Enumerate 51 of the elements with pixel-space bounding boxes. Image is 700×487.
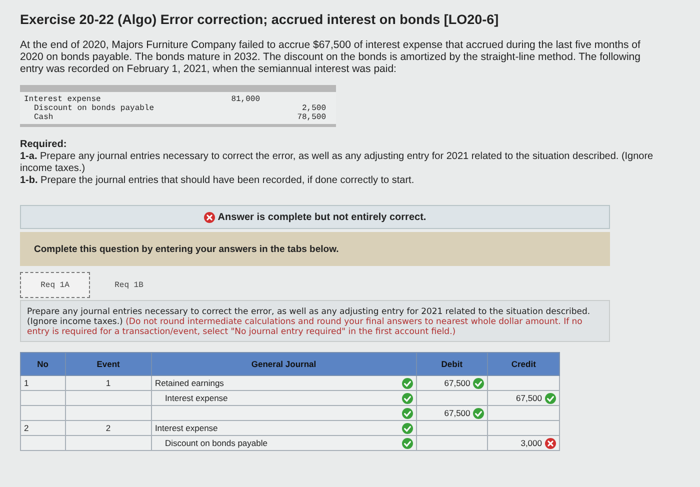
credit-amount: 78,500 xyxy=(296,113,326,122)
table-cell: 2 xyxy=(20,420,66,436)
amount-cell[interactable] xyxy=(488,420,560,436)
account-name: Cash xyxy=(33,113,54,122)
requirement-text: 1-b. Prepare the journal entries that should have been recorded, if done correctly to start. xyxy=(20,175,416,187)
account-name: Interest expense xyxy=(164,393,228,403)
amount-cell[interactable]: 67,500 xyxy=(416,376,488,390)
table-cell xyxy=(20,406,66,420)
table-cell xyxy=(20,436,66,450)
instructions-text: Prepare any journal entries necessary to correct the error, as well as any adjusting entry for 2021 related to the situation described. (Ignore income taxes.) (Do not round intermediate calculations and round your final answers to nearest whole dollar amount. If no entry is required for a transaction/event, select "No journal entry required" in the first account field.) xyxy=(27,307,592,337)
account-name: Discount on bonds payable xyxy=(33,104,156,113)
result-message: Answer is complete but not entirely correct. xyxy=(218,212,426,222)
amount-cell[interactable] xyxy=(416,436,488,450)
amount-cell[interactable] xyxy=(416,390,488,406)
table-cell: 2 xyxy=(65,420,152,436)
amount-cell[interactable]: 67,500 xyxy=(488,390,560,406)
account-name: Interest expense xyxy=(154,423,218,433)
table-cell: 1 xyxy=(65,376,152,390)
account-cell[interactable]: Interest expense xyxy=(151,420,416,436)
column-header: Credit xyxy=(488,352,560,376)
table-cell: 1 xyxy=(20,376,66,390)
amount-value: 67,500 xyxy=(444,378,470,388)
account-name: Retained earnings xyxy=(154,378,224,388)
amount-cell[interactable] xyxy=(488,406,560,420)
amount-value: 67,500 xyxy=(516,393,542,403)
account-name: Interest expense xyxy=(23,95,102,104)
account-cell[interactable]: Retained earnings xyxy=(151,376,416,390)
column-header: Debit xyxy=(416,352,488,376)
amount-cell[interactable] xyxy=(488,376,560,390)
amount-value: 3,000 xyxy=(520,438,542,448)
amount-value: 67,500 xyxy=(444,408,470,418)
amount-cell[interactable]: 67,500 xyxy=(416,406,488,420)
column-header: Event xyxy=(65,352,152,376)
debit-amount: 81,000 xyxy=(230,95,260,104)
tab[interactable]: Req 1A xyxy=(20,272,90,298)
column-header: No xyxy=(20,352,66,376)
exercise-title: Exercise 20-22 (Algo) Error correction; accrued interest on bonds [LO20-6] xyxy=(20,12,500,27)
column-header: General Journal xyxy=(151,352,416,376)
prompt-text: Complete this question by entering your answers in the tabs below. xyxy=(34,244,339,254)
account-cell[interactable]: Discount on bonds payable xyxy=(151,436,416,450)
account-name: Discount on bonds payable xyxy=(164,438,268,448)
account-cell[interactable]: Interest expense xyxy=(151,390,416,406)
amount-cell[interactable]: 3,000 xyxy=(488,436,560,450)
table-cell xyxy=(20,390,66,406)
requirement-text: 1-a. Prepare any journal entries necessary to correct the error, as well as any adjusting entry for 2021 related to the situation described. (Ignore income taxes.) xyxy=(20,151,654,175)
credit-amount: 2,500 xyxy=(300,104,326,113)
tab[interactable]: Req 1B xyxy=(94,272,164,298)
problem-text: At the end of 2020, Majors Furniture Company failed to accrue $67,500 of interest expense that accrued during the last five months of 2020 on bonds payable. The bonds mature in 2032. The discount on the bonds is amortized by the straight-line method. The following entry was recorded on February 1, 2021, when the semiannual interest was paid: xyxy=(20,39,642,75)
required-heading: Required: xyxy=(20,139,68,151)
account-cell[interactable] xyxy=(151,406,416,420)
amount-cell[interactable] xyxy=(416,420,488,436)
